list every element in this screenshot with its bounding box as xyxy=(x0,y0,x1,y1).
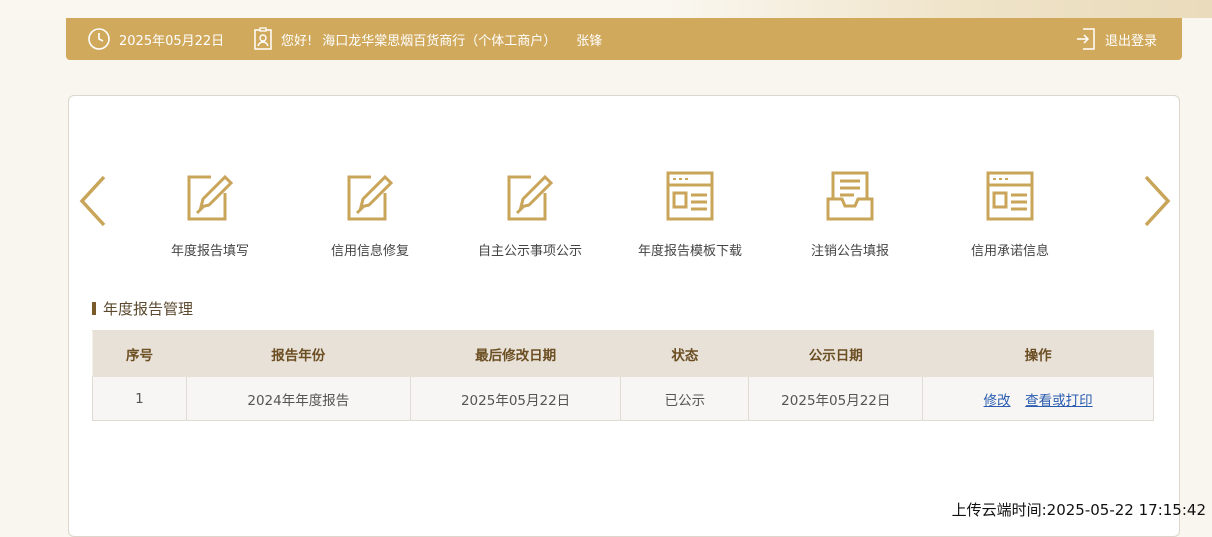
cell-status: 已公示 xyxy=(620,376,750,421)
tile-credit-repair[interactable]: 信用信息修复 xyxy=(290,168,450,259)
tile-label: 年度报告填写 xyxy=(170,244,249,259)
edit-icon xyxy=(187,174,234,221)
section-title-text: 年度报告管理 xyxy=(103,300,194,318)
annual-report-table: 序号 报告年份 最后修改日期 状态 公示日期 操作 1 2024年年度报告 20… xyxy=(92,330,1154,421)
column-header-status: 状态 xyxy=(620,330,750,377)
greeting-text: 您好! xyxy=(281,33,313,49)
tile-cancellation-notice[interactable]: 注销公告填报 xyxy=(770,168,930,259)
tile-template-download[interactable]: 年度报告模板下载 xyxy=(610,168,770,259)
cell-publish-date: 2025年05月22日 xyxy=(748,376,924,421)
table-header-row: 序号 报告年份 最后修改日期 状态 公示日期 操作 xyxy=(92,330,1154,377)
tile-label: 信用信息修复 xyxy=(330,244,409,259)
date-text: 2025年05月22日 xyxy=(119,33,225,49)
template-icon xyxy=(666,171,714,221)
cell-actions: 修改 查看或打印 xyxy=(922,376,1154,421)
section-marker xyxy=(92,302,96,315)
edit-icon xyxy=(507,174,554,221)
column-header-actions: 操作 xyxy=(922,330,1154,377)
tile-self-disclosure[interactable]: 自主公示事项公示 xyxy=(450,168,610,259)
chevron-left-icon xyxy=(79,175,106,227)
inbox-icon xyxy=(826,171,874,221)
logout-icon xyxy=(1075,27,1097,51)
tile-label: 年度报告模板下载 xyxy=(637,244,742,259)
table-row: 1 2024年年度报告 2025年05月22日 已公示 2025年05月22日 … xyxy=(92,376,1154,421)
edit-link[interactable]: 修改 xyxy=(984,393,1011,409)
chevron-right-icon xyxy=(1144,175,1171,227)
template-icon xyxy=(986,171,1034,221)
user-name: 张锋 xyxy=(576,33,603,49)
section-title: 年度报告管理 xyxy=(92,298,193,319)
main-panel xyxy=(68,95,1180,537)
cell-last-modified: 2025年05月22日 xyxy=(409,376,622,421)
view-print-link[interactable]: 查看或打印 xyxy=(1025,393,1093,409)
logout-label: 退出登录 xyxy=(1105,33,1158,49)
cell-report-year: 2024年年度报告 xyxy=(185,376,411,421)
column-header-publish-date: 公示日期 xyxy=(748,330,924,377)
cell-index: 1 xyxy=(92,376,187,421)
column-header-report-year: 报告年份 xyxy=(185,330,411,377)
tile-label: 信用承诺信息 xyxy=(970,244,1049,259)
logout-button[interactable]: 退出登录 xyxy=(1075,18,1157,60)
clock-icon xyxy=(87,27,111,51)
tile-annual-report-fill[interactable]: 年度报告填写 xyxy=(130,168,290,259)
tile-label: 自主公示事项公示 xyxy=(477,244,582,259)
company-name: 海口龙华棠思烟百货商行（个体工商户） xyxy=(322,33,557,49)
tile-label: 注销公告填报 xyxy=(810,244,889,259)
top-decoration xyxy=(0,0,1212,18)
edit-icon xyxy=(347,174,394,221)
column-header-last-modified: 最后修改日期 xyxy=(409,330,622,377)
greeting-area: 您好! 海口龙华棠思烟百货商行（个体工商户） 张锋 xyxy=(253,18,602,60)
column-header-index: 序号 xyxy=(92,330,187,377)
carousel-next-button[interactable] xyxy=(1142,175,1172,231)
carousel-prev-button[interactable] xyxy=(78,175,108,231)
upload-time-stamp: 上传云端时间:2025-05-22 17:15:42 xyxy=(951,501,1206,519)
tile-credit-commitment[interactable]: 信用承诺信息 xyxy=(930,168,1090,259)
user-card-icon xyxy=(253,27,273,51)
date-display: 2025年05月22日 xyxy=(87,18,224,60)
header-bar: 2025年05月22日 您好! 海口龙华棠思烟百货商行（个体工商户） 张锋 退出… xyxy=(66,18,1182,60)
